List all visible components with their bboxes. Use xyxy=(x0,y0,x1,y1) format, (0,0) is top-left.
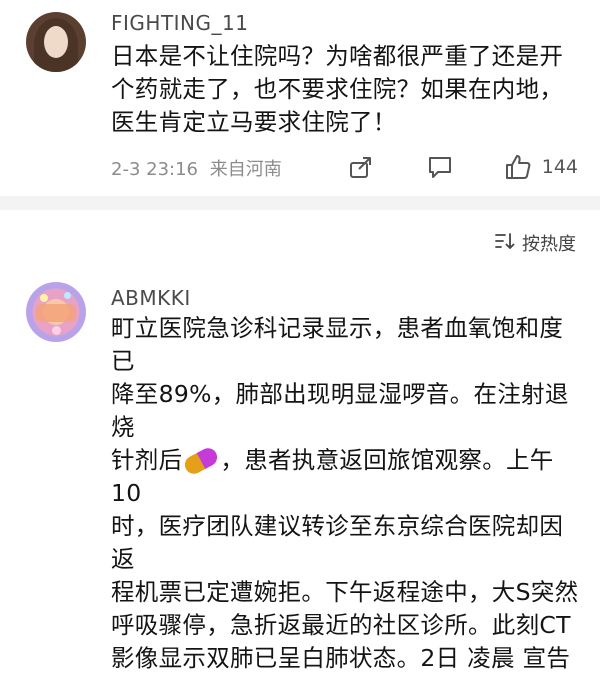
comment-line: 程机票已定遭婉拒。下午返程途中，大S突然 xyxy=(111,578,579,606)
comment-line: 针剂后 ，患者执意返回旅馆观察。上午10 xyxy=(111,444,581,510)
comment-text: 日本是不让住院吗？为啥都很严重了还是开 个药就走了，也不要求住院？如果在内地， … xyxy=(111,40,581,139)
comment-line: 医生肯定立马要求住院了！ xyxy=(111,108,397,136)
sort-toggle[interactable]: 按热度 xyxy=(494,230,576,256)
avatar-art xyxy=(36,304,76,322)
comment-text: 町立医院急诊科记录显示，患者血氧饱和度已 降至89%，肺部出现明显湿啰音。在注射… xyxy=(111,312,581,675)
like-count: 144 xyxy=(541,156,578,178)
comment-line: 个药就走了，也不要求住院？如果在内地， xyxy=(111,75,564,103)
comment-username[interactable]: FIGHTING_11 xyxy=(111,11,248,35)
like-icon[interactable] xyxy=(504,153,532,181)
comment-location: 来自河南 xyxy=(209,159,282,180)
pill-emoji xyxy=(182,445,221,477)
avatar-art xyxy=(52,326,61,335)
share-icon[interactable] xyxy=(348,154,374,180)
comment-username[interactable]: ABMKKI xyxy=(111,286,191,310)
comment-icon[interactable] xyxy=(426,154,454,180)
comment-line-part: 针剂后 xyxy=(111,446,183,474)
comment-line: 町立医院急诊科记录显示，患者血氧饱和度已 xyxy=(111,314,564,375)
comment-item: ABMKKI 町立医院急诊科记录显示，患者血氧饱和度已 降至89%，肺部出现明显… xyxy=(0,280,600,672)
comment-line: 降至89%，肺部出现明显湿啰音。在注射退烧 xyxy=(111,380,569,441)
section-divider xyxy=(0,196,600,210)
avatar[interactable] xyxy=(26,12,86,72)
comment-line: 时，医疗团队建议转诊至东京综合医院却因返 xyxy=(111,512,564,573)
comment-line: 影像显示双肺已呈白肺状态。2日 凌晨 宣告 xyxy=(111,644,571,672)
avatar-art xyxy=(64,292,71,299)
comment-line: 呼吸骤停，急折返最近的社区诊所。此刻CT xyxy=(111,611,571,639)
comment-actions: 144 xyxy=(348,152,578,182)
avatar-face xyxy=(44,26,68,58)
sort-label: 按热度 xyxy=(522,234,576,255)
comment-date: 2-3 23:16 xyxy=(111,159,198,180)
sort-icon xyxy=(494,232,516,255)
avatar[interactable] xyxy=(26,282,86,342)
avatar-art xyxy=(40,294,48,302)
comment-meta: 2-3 23:16 来自河南 xyxy=(111,155,282,181)
comment-item: FIGHTING_11 日本是不让住院吗？为啥都很严重了还是开 个药就走了，也不… xyxy=(0,0,600,196)
comment-line: 日本是不让住院吗？为啥都很严重了还是开 xyxy=(111,42,564,70)
